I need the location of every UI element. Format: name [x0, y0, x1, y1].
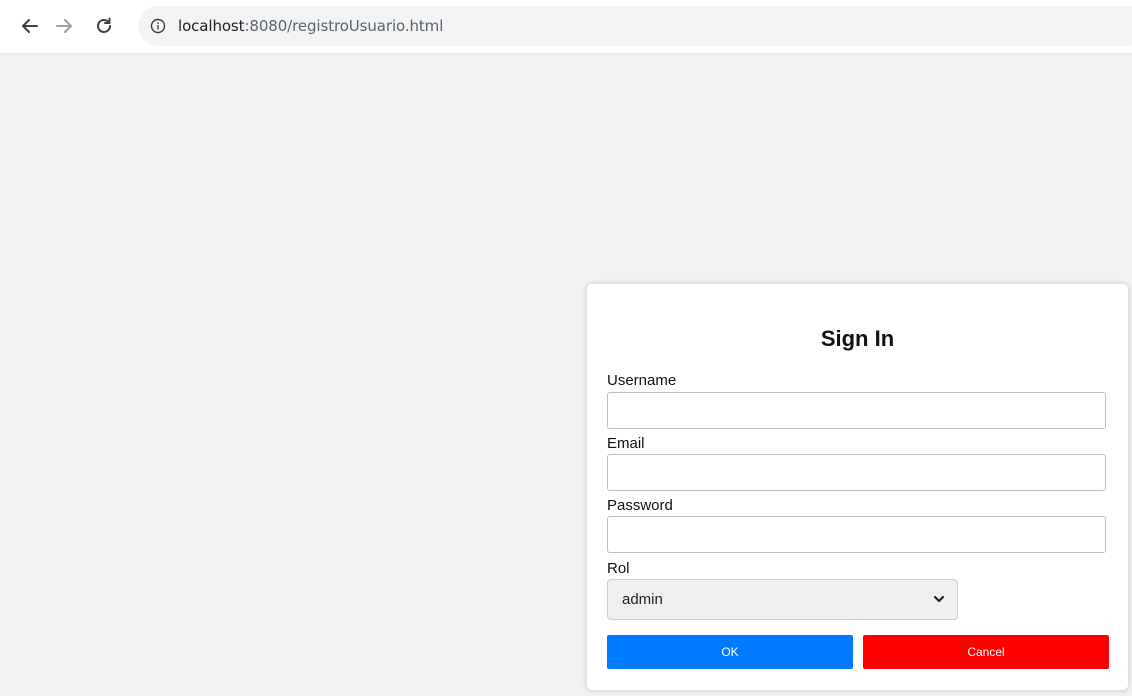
username-input[interactable]	[607, 392, 1106, 429]
rol-select[interactable]: admin	[607, 579, 958, 620]
forward-button[interactable]	[50, 12, 78, 40]
address-bar[interactable]: localhost:8080/registroUsuario.html	[138, 6, 1132, 46]
password-label: Password	[607, 497, 673, 514]
rol-selected-value: admin	[622, 591, 663, 608]
rol-label: Rol	[607, 560, 630, 577]
back-button[interactable]	[16, 12, 44, 40]
arrow-left-icon	[22, 19, 38, 33]
url-text[interactable]: localhost:8080/registroUsuario.html	[178, 6, 443, 46]
password-input[interactable]	[607, 516, 1106, 553]
info-icon[interactable]	[150, 18, 166, 34]
form-title: Sign In	[820, 326, 895, 351]
chevron-down-icon	[933, 595, 945, 603]
cancel-button[interactable]: Cancel	[863, 635, 1109, 669]
browser-toolbar: localhost:8080/registroUsuario.html	[0, 0, 1132, 54]
email-input[interactable]	[607, 454, 1106, 491]
ok-button[interactable]: OK	[607, 635, 853, 669]
arrow-right-icon	[56, 19, 72, 33]
email-label: Email	[607, 435, 645, 452]
reload-button[interactable]	[90, 12, 118, 40]
username-label: Username	[607, 372, 677, 389]
url-host: localhost	[178, 17, 245, 35]
url-path: :8080/registroUsuario.html	[244, 17, 444, 35]
sign-in-card: Sign In Username Email Password Rol admi…	[587, 284, 1128, 690]
reload-icon	[97, 17, 111, 33]
